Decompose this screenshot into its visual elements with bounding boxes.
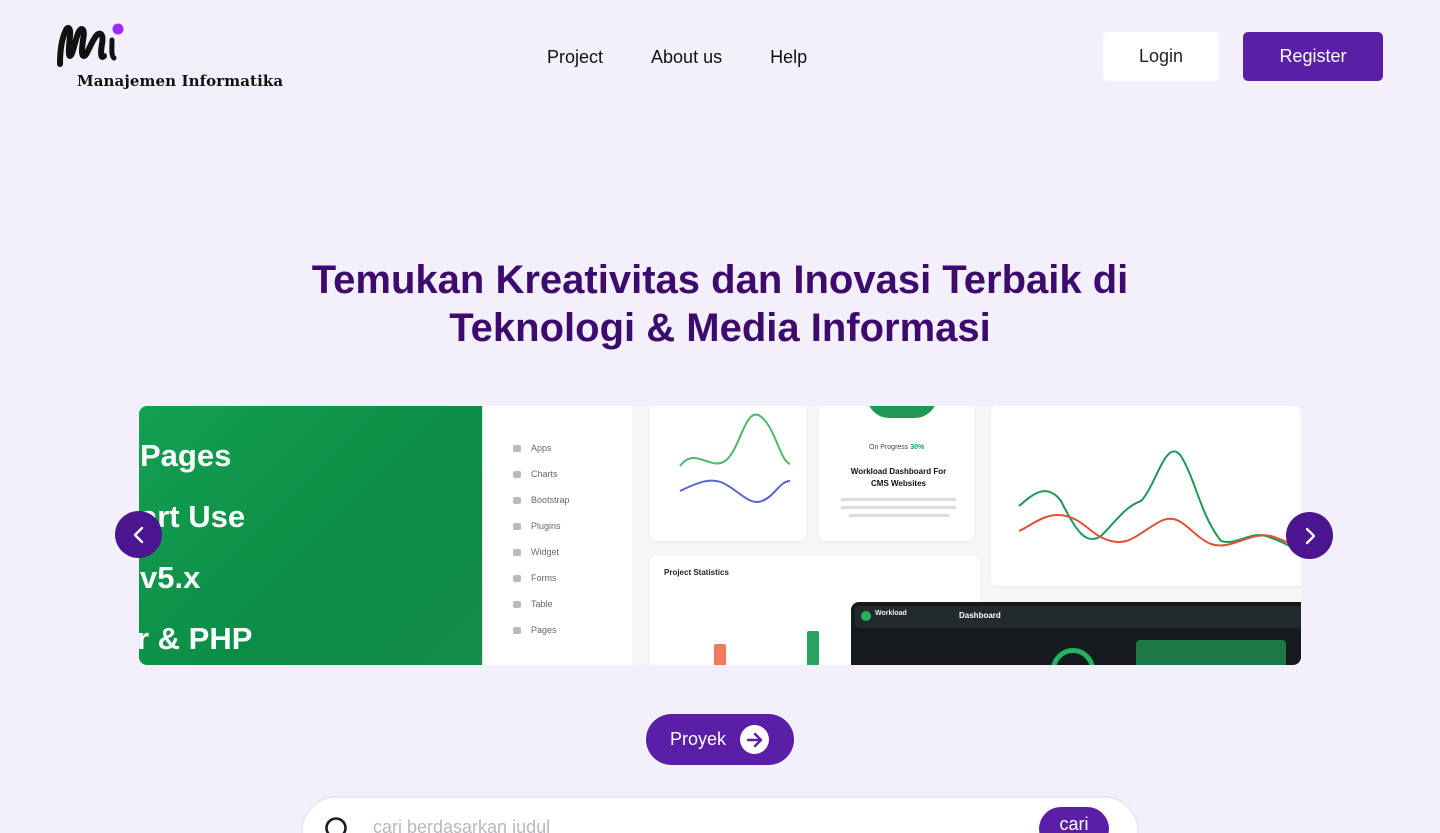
logo-mark-icon <box>57 23 124 67</box>
arrow-right-icon <box>740 725 770 754</box>
banner-line: r & PHP <box>139 621 253 656</box>
main-nav: Project About us Help <box>547 46 807 68</box>
bar-mark <box>807 631 819 665</box>
bar-mark <box>714 644 726 665</box>
progress-card-title: Workload Dashboard For CMS Websites <box>850 467 947 488</box>
proyek-button-label: Proyek <box>670 729 727 749</box>
chevron-left-icon <box>133 526 143 543</box>
sidebar-mock-icon <box>513 445 521 452</box>
sidebar-mock-icon <box>513 523 521 530</box>
nav-help-link[interactable]: Help <box>770 46 807 68</box>
sidebar-mock-item: Pages <box>531 625 557 635</box>
login-button[interactable]: Login <box>1103 32 1219 81</box>
search-icon <box>325 817 347 833</box>
sidebar-mock-icon <box>513 601 521 608</box>
proyek-button[interactable]: Proyek <box>646 714 794 765</box>
slide-banner: Pages art Use v5.x r & PHP <box>139 406 482 665</box>
slide-progress-card: On Progress 30% Workload Dashboard For C… <box>819 406 974 541</box>
sidebar-mock-item: Bootstrap <box>531 495 570 505</box>
register-button[interactable]: Register <box>1243 32 1383 81</box>
progress-label: On Progress 30% <box>869 444 925 451</box>
hero-title: Temukan Kreativitas dan Inovasi Terbaik … <box>260 256 1180 352</box>
carousel-next-button[interactable] <box>1286 512 1333 559</box>
project-carousel[interactable]: Pages art Use v5.x r & PHP Apps Charts B… <box>139 406 1301 665</box>
slide-sidebar-mock: Apps Charts Bootstrap Plugins Widget For… <box>482 406 632 665</box>
slide-statistics-chart <box>991 406 1301 586</box>
logo-dot <box>112 23 124 35</box>
mini-line-chart <box>679 413 791 504</box>
sidebar-mock-icon <box>513 497 521 504</box>
hero-title-line-2: Teknologi & Media Informasi <box>449 306 991 350</box>
brand-logo[interactable]: Manajemen Informatika <box>56 22 283 92</box>
slide-dark-dashboard: Workload Dashboard <box>851 602 1301 665</box>
progress-arc <box>867 406 937 418</box>
sidebar-mock-item: Plugins <box>531 521 561 531</box>
search-submit-button[interactable]: cari <box>1039 807 1109 833</box>
slide-mini-chart <box>650 406 806 541</box>
nav-about-link[interactable]: About us <box>651 46 722 68</box>
project-statistics-label: Project Statistics <box>664 568 729 577</box>
hero-title-line-1: Temukan Kreativitas dan Inovasi Terbaik … <box>311 258 1129 302</box>
sidebar-mock-icon <box>513 575 521 582</box>
sidebar-mock-item: Widget <box>531 547 560 557</box>
carousel-prev-button[interactable] <box>115 511 162 558</box>
sidebar-mock-icon <box>513 627 521 634</box>
banner-line: Pages <box>140 438 232 473</box>
sidebar-mock-item: Forms <box>531 573 557 583</box>
sidebar-mock-item: Apps <box>531 443 552 453</box>
chevron-right-icon <box>1305 527 1315 544</box>
brand-name: Manajemen Informatika <box>77 72 284 90</box>
nav-project-link[interactable]: Project <box>547 46 603 68</box>
sidebar-mock-icon <box>513 549 521 556</box>
statistics-line-chart <box>1018 450 1301 555</box>
sidebar-mock-icon <box>513 471 521 478</box>
banner-line: v5.x <box>140 560 201 595</box>
sidebar-mock-item: Charts <box>531 469 558 479</box>
search-input[interactable] <box>373 812 1013 833</box>
sidebar-mock-item: Table <box>531 599 553 609</box>
search-bar: cari <box>301 796 1139 833</box>
